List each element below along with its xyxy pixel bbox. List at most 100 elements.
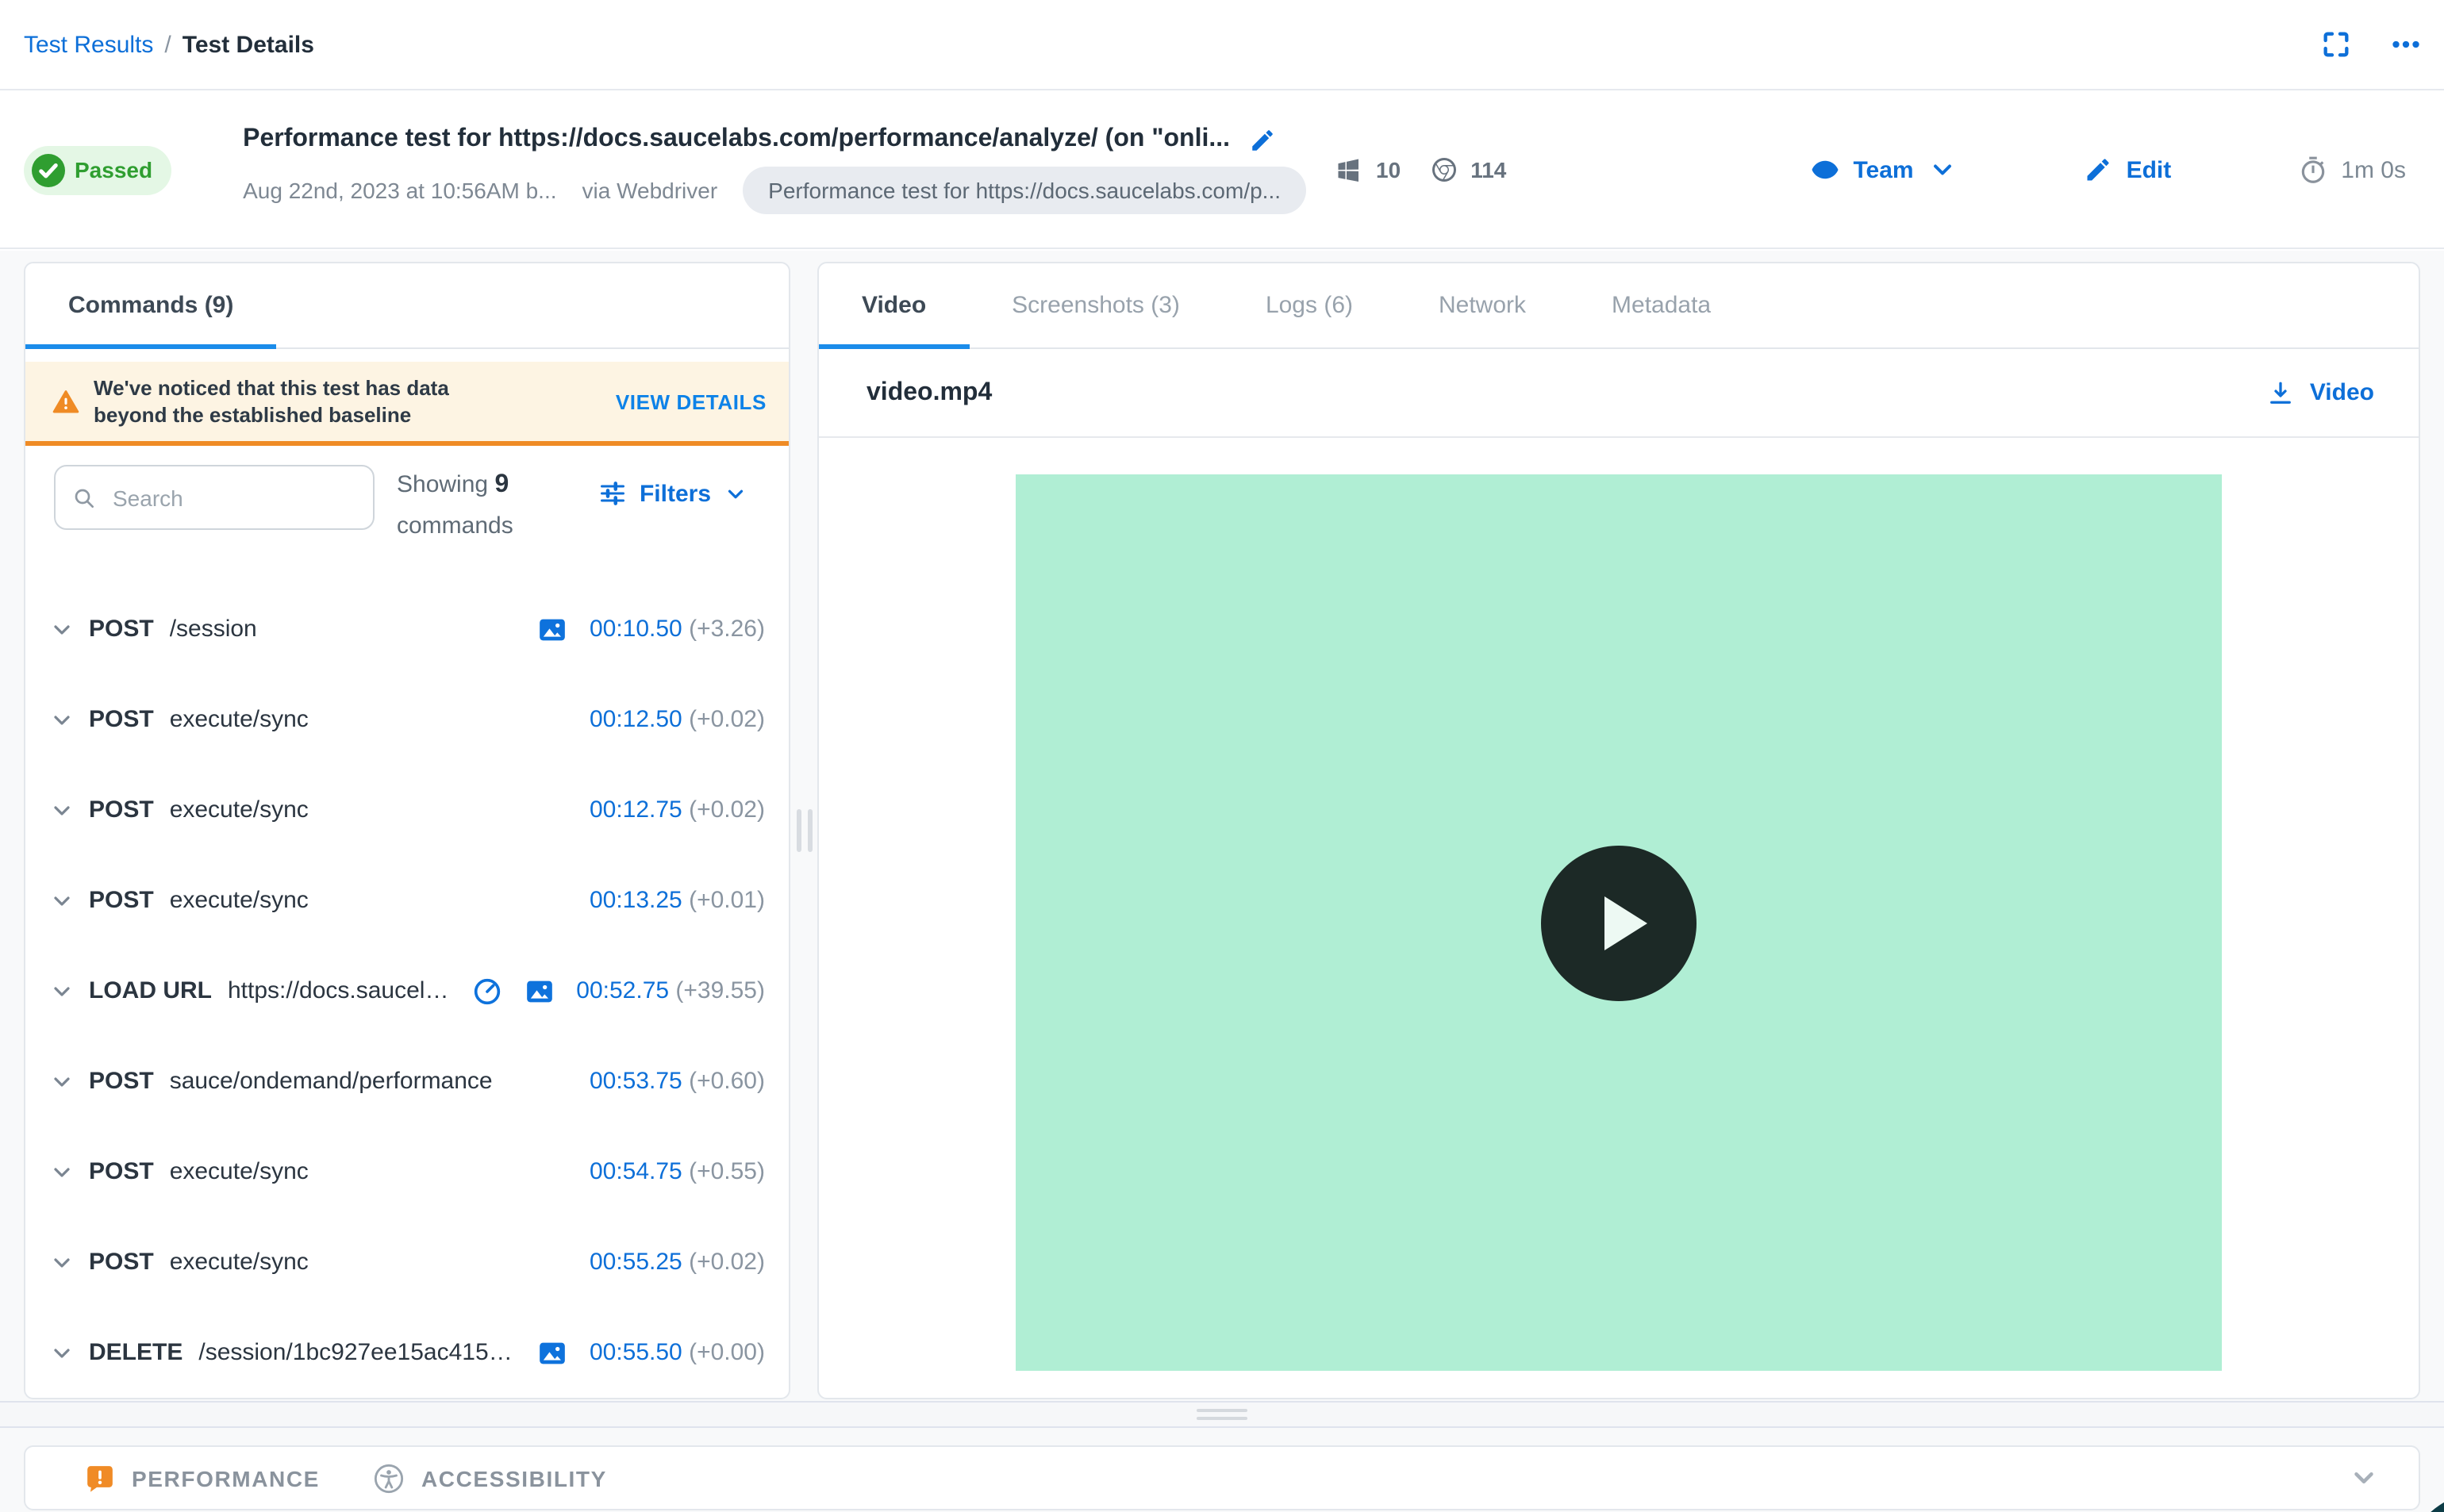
windows-icon bbox=[1335, 155, 1363, 184]
command-timestamp[interactable]: 00:12.50 bbox=[590, 706, 682, 733]
command-timing: 00:54.75 (+0.55) bbox=[590, 1158, 765, 1185]
command-path: sauce/ondemand/performance bbox=[169, 1068, 493, 1095]
command-timestamp[interactable]: 00:12.75 bbox=[590, 796, 682, 823]
command-timing: 00:55.25 (+0.02) bbox=[590, 1249, 765, 1276]
top-bar: Test Results / Test Details bbox=[0, 0, 2444, 90]
chevron-down-icon[interactable] bbox=[49, 1069, 75, 1094]
command-timestamp[interactable]: 00:52.75 bbox=[576, 977, 669, 1004]
download-icon bbox=[2270, 381, 2292, 403]
fullscreen-icon[interactable] bbox=[2320, 29, 2352, 60]
edit-button[interactable]: Edit bbox=[2084, 155, 2172, 184]
download-video-button[interactable]: Video bbox=[2267, 378, 2374, 407]
status-text: Passed bbox=[75, 157, 153, 182]
search-icon bbox=[75, 488, 94, 507]
command-timestamp[interactable]: 00:13.25 bbox=[590, 887, 682, 914]
tab-logs-6[interactable]: Logs (6) bbox=[1223, 263, 1396, 347]
chevron-down-icon[interactable] bbox=[49, 1340, 75, 1365]
search-box bbox=[54, 465, 375, 530]
content-area: Commands (9) We've noticed that this tes… bbox=[0, 251, 2444, 1512]
tab-video[interactable]: Video bbox=[819, 263, 969, 349]
showing-count: Showing 9 commands bbox=[397, 471, 513, 539]
command-timing: 00:13.25 (+0.01) bbox=[590, 887, 765, 914]
command-row[interactable]: POST sauce/ondemand/performance 00:53.75… bbox=[25, 1036, 789, 1126]
chevron-down-icon[interactable] bbox=[49, 707, 75, 732]
test-duration: 1m 0s bbox=[2298, 155, 2406, 185]
tab-screenshots-3[interactable]: Screenshots (3) bbox=[969, 263, 1223, 347]
command-timing: 00:52.75 (+39.55) bbox=[576, 977, 765, 1004]
check-circle-icon bbox=[32, 153, 65, 186]
view-details-link[interactable]: VIEW DETAILS bbox=[616, 390, 767, 413]
command-method: POST bbox=[89, 1249, 154, 1276]
chevron-down-icon[interactable] bbox=[49, 1159, 75, 1184]
command-row[interactable]: POST /session 00:10.50 (+3.26) bbox=[25, 584, 789, 674]
chevron-down-icon bbox=[1933, 164, 1951, 175]
warning-triangle-icon bbox=[52, 388, 79, 415]
command-path: execute/sync bbox=[169, 1249, 309, 1276]
chevron-down-icon bbox=[728, 489, 744, 498]
tab-network[interactable]: Network bbox=[1396, 263, 1569, 347]
command-row[interactable]: LOAD URL https://docs.saucelab... 00:52.… bbox=[25, 946, 789, 1036]
filters-icon bbox=[600, 482, 624, 505]
environment-block: 10 114 bbox=[1335, 155, 1506, 184]
team-dropdown[interactable]: Team bbox=[1810, 155, 1956, 184]
play-button[interactable] bbox=[1541, 845, 1697, 1000]
command-timing: 00:10.50 (+3.26) bbox=[590, 616, 765, 643]
command-row[interactable]: POST execute/sync 00:55.25 (+0.02) bbox=[25, 1217, 789, 1307]
filters-dropdown[interactable]: Filters bbox=[598, 479, 747, 508]
command-method: POST bbox=[89, 1068, 154, 1095]
command-row[interactable]: DELETE /session/1bc927ee15ac4157a... 00:… bbox=[25, 1307, 789, 1398]
command-row[interactable]: POST execute/sync 00:12.50 (+0.02) bbox=[25, 674, 789, 765]
chevron-down-icon[interactable] bbox=[49, 797, 75, 823]
command-timestamp[interactable]: 00:53.75 bbox=[590, 1068, 682, 1095]
chevron-down-icon[interactable] bbox=[49, 616, 75, 642]
bottom-resize-strip bbox=[0, 1401, 2444, 1428]
bottom-resize-handle[interactable] bbox=[1197, 1409, 1247, 1420]
duration-text: 1m 0s bbox=[2341, 156, 2406, 183]
chevron-down-icon[interactable] bbox=[49, 888, 75, 913]
edit-label: Edit bbox=[2126, 156, 2172, 183]
command-method: POST bbox=[89, 887, 154, 914]
video-player[interactable] bbox=[1016, 474, 2222, 1371]
command-row[interactable]: POST execute/sync 00:13.25 (+0.01) bbox=[25, 855, 789, 946]
tab-metadata[interactable]: Metadata bbox=[1569, 263, 1754, 347]
command-delta: (+0.02) bbox=[689, 1249, 765, 1276]
accessibility-icon bbox=[375, 1463, 405, 1493]
command-timestamp[interactable]: 00:54.75 bbox=[590, 1158, 682, 1185]
command-method: POST bbox=[89, 796, 154, 823]
command-timestamp[interactable]: 00:10.50 bbox=[590, 616, 682, 643]
showing-count-number: 9 bbox=[494, 471, 509, 498]
search-input[interactable] bbox=[110, 483, 357, 512]
command-method: DELETE bbox=[89, 1339, 183, 1366]
screenshot-icon[interactable] bbox=[537, 613, 569, 645]
chevron-down-icon[interactable] bbox=[49, 1249, 75, 1275]
tab-commands[interactable]: Commands (9) bbox=[25, 263, 277, 349]
warning-text: We've noticed that this test has data be… bbox=[94, 376, 449, 427]
browser-version-text: 114 bbox=[1470, 157, 1507, 182]
chevron-down-icon[interactable] bbox=[2349, 1463, 2379, 1493]
command-delta: (+0.60) bbox=[689, 1068, 765, 1095]
chevron-down-icon[interactable] bbox=[49, 978, 75, 1004]
performance-section-toggle[interactable]: PERFORMANCE bbox=[84, 1462, 320, 1494]
command-timestamp[interactable]: 00:55.25 bbox=[590, 1249, 682, 1276]
performance-gauge-icon[interactable] bbox=[471, 975, 503, 1007]
chrome-icon bbox=[1429, 155, 1458, 184]
screenshot-icon[interactable] bbox=[537, 1337, 569, 1368]
command-delta: (+0.02) bbox=[689, 706, 765, 733]
command-timestamp[interactable]: 00:55.50 bbox=[590, 1339, 682, 1366]
panel-resize-handle[interactable] bbox=[797, 809, 813, 852]
command-delta: (+0.01) bbox=[689, 887, 765, 914]
breadcrumb-separator: / bbox=[164, 31, 171, 58]
video-file-row: video.mp4 Video bbox=[819, 349, 2419, 438]
commands-toolbar: Showing 9 commands Filters bbox=[25, 446, 789, 573]
command-method: LOAD URL bbox=[89, 977, 212, 1004]
command-row[interactable]: POST execute/sync 00:54.75 (+0.55) bbox=[25, 1126, 789, 1217]
ellipsis-icon[interactable] bbox=[2390, 29, 2422, 60]
command-row[interactable]: POST execute/sync 00:12.75 (+0.02) bbox=[25, 765, 789, 855]
status-badge: Passed bbox=[24, 145, 172, 194]
header-actions: Team Edit 1m 0s bbox=[1810, 155, 2406, 185]
accessibility-section-toggle[interactable]: ACCESSIBILITY bbox=[374, 1462, 607, 1494]
test-tag-pill[interactable]: Performance test for https://docs.saucel… bbox=[743, 167, 1307, 214]
edit-title-pencil-icon[interactable] bbox=[1249, 126, 1276, 153]
breadcrumb-test-results-link[interactable]: Test Results bbox=[24, 31, 153, 58]
screenshot-icon[interactable] bbox=[524, 975, 555, 1007]
